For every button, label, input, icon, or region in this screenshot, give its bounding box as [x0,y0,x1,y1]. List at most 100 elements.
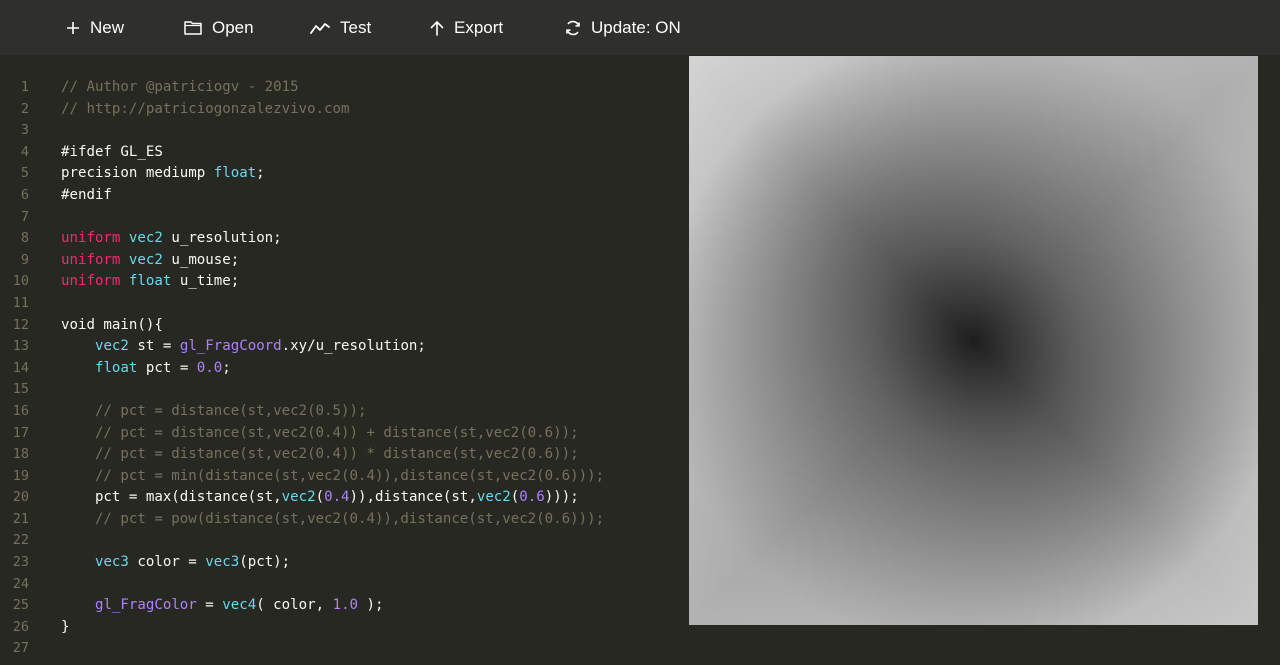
code-line[interactable]: 16 // pct = distance(st,vec2(0.5)); [0,401,688,423]
code-token: u_mouse; [162,251,240,268]
code-line[interactable]: 2 // http://patriciogonzalezvivo.com [0,99,688,121]
code-editor[interactable]: 1 // Author @patriciogv - 2015 2 // http://… [0,55,688,665]
code-token: precision mediump [61,165,214,182]
code-line[interactable]: 21 // pct = pow(distance(st,vec2(0.4)),d… [0,509,688,531]
code-line[interactable]: 27 [0,638,688,660]
line-code: precision mediump float; [61,163,265,185]
code-token: pct = max(distance(st, [61,489,282,506]
code-line[interactable]: 14 float pct = 0.0; [0,358,688,380]
code-line[interactable]: 18 // pct = distance(st,vec2(0.4)) * dis… [0,444,688,466]
code-token: void main(){ [61,316,163,333]
code-line[interactable]: 26} [0,617,688,639]
code-token: #ifdef GL_ES [61,143,163,160]
line-number: 24 [12,575,29,592]
code-line[interactable]: 25 gl_FragColor = vec4( color, 1.0 ); [0,595,688,617]
code-token: // pct = distance(st,vec2(0.4)) * distan… [61,446,579,463]
code-token: // Author @patriciogv - 2015 [61,79,299,95]
code-token: ))); [544,489,579,506]
code-token: ( [315,489,325,506]
line-number: 25 [12,597,29,614]
code-line[interactable]: 23 vec3 color = vec3(pct); [0,552,688,574]
toolbar: New Open Test Export Update: ON [0,0,1280,55]
code-line[interactable]: 6 #endif [0,185,688,207]
code-token: 1.0 [332,597,359,614]
code-token: pct = [137,359,197,376]
code-line[interactable]: 1 // Author @patriciogv - 2015 [0,77,688,99]
code-line[interactable]: 8 uniform vec2 u_resolution; [0,228,688,250]
line-code: // pct = min(distance(st,vec2(0.4)),dist… [61,466,604,488]
code-line[interactable]: 12 void main(){ [0,315,688,337]
code-line[interactable]: 11 [0,293,688,315]
code-token: ); [358,597,384,614]
new-label: New [90,17,125,37]
code-token: vec4 [222,597,257,614]
code-line[interactable]: 9 uniform vec2 u_mouse; [0,250,688,272]
code-line[interactable]: 4 #ifdef GL_ES [0,142,688,164]
code-token: u_time; [171,273,240,290]
line-number: 16 [12,402,29,419]
plus-icon [67,21,79,34]
line-code: // pct = pow(distance(st,vec2(0.4)),dist… [61,509,604,531]
code-token: } [61,618,70,635]
code-token: )),distance(st, [349,489,477,506]
line-number: 26 [12,618,29,635]
line-number: 9 [20,251,29,268]
line-number: 11 [12,294,29,311]
code-token: 0.0 [196,359,223,376]
code-token: vec3 [205,554,240,571]
code-token: float [213,165,257,182]
code-line[interactable]: 5 precision mediump float; [0,163,688,185]
code-lines: 1 // Author @patriciogv - 2015 2 // http://… [0,77,688,660]
code-token: #endif [61,186,112,203]
line-code: // http://patriciogonzalezvivo.com [61,99,350,121]
code-line[interactable]: 13 vec2 st = gl_FragCoord.xy/u_resolutio… [0,336,688,358]
code-line[interactable]: 22 [0,530,688,552]
code-line[interactable]: 17 // pct = distance(st,vec2(0.4)) + dis… [0,423,688,445]
line-code: float pct = 0.0; [61,358,231,380]
code-token: 0.4 [324,489,350,506]
code-line[interactable]: 10 uniform float u_time; [0,271,688,293]
shader-preview [689,56,1258,625]
line-number: 17 [12,424,29,441]
line-number: 8 [20,230,29,247]
code-token: st = [128,338,180,355]
update-toggle-button[interactable]: Update: ON [565,0,681,55]
line-code: uniform float u_time; [61,271,239,293]
code-line[interactable]: 24 [0,574,688,596]
open-button[interactable]: Open [184,0,254,55]
line-number: 12 [12,316,29,333]
line-number: 4 [20,143,29,160]
line-number: 7 [20,208,29,225]
code-token: vec2 [281,489,316,506]
line-code: // Author @patriciogv - 2015 [61,77,299,99]
code-token: vec2 [128,251,163,268]
line-code: vec2 st = gl_FragCoord.xy/u_resolution; [61,336,426,358]
code-line[interactable]: 19 // pct = min(distance(st,vec2(0.4)),d… [0,466,688,488]
test-button[interactable]: Test [310,0,371,55]
line-number: 13 [12,338,29,355]
code-line[interactable]: 15 [0,379,688,401]
code-line[interactable]: 20 pct = max(distance(st,vec2(0.4)),dist… [0,487,688,509]
code-token: gl_FragCoord [179,338,282,355]
code-line[interactable]: 3 [0,120,688,142]
line-number: 15 [12,381,29,398]
code-token: // pct = distance(st,vec2(0.4)) + distan… [61,424,579,441]
code-token: 0.6 [519,489,545,506]
trend-line-icon [310,22,330,34]
export-button[interactable]: Export [430,0,503,55]
line-code: vec3 color = vec3(pct); [61,552,290,574]
code-line[interactable]: 7 [0,207,688,229]
line-number: 1 [20,79,29,95]
new-button[interactable]: New [66,0,124,55]
code-token: uniform [61,230,121,247]
code-token: (pct); [239,554,291,571]
test-label: Test [340,17,372,37]
line-code: gl_FragColor = vec4( color, 1.0 ); [61,595,384,617]
line-code: // pct = distance(st,vec2(0.5)); [61,401,367,423]
line-number: 6 [20,186,29,203]
